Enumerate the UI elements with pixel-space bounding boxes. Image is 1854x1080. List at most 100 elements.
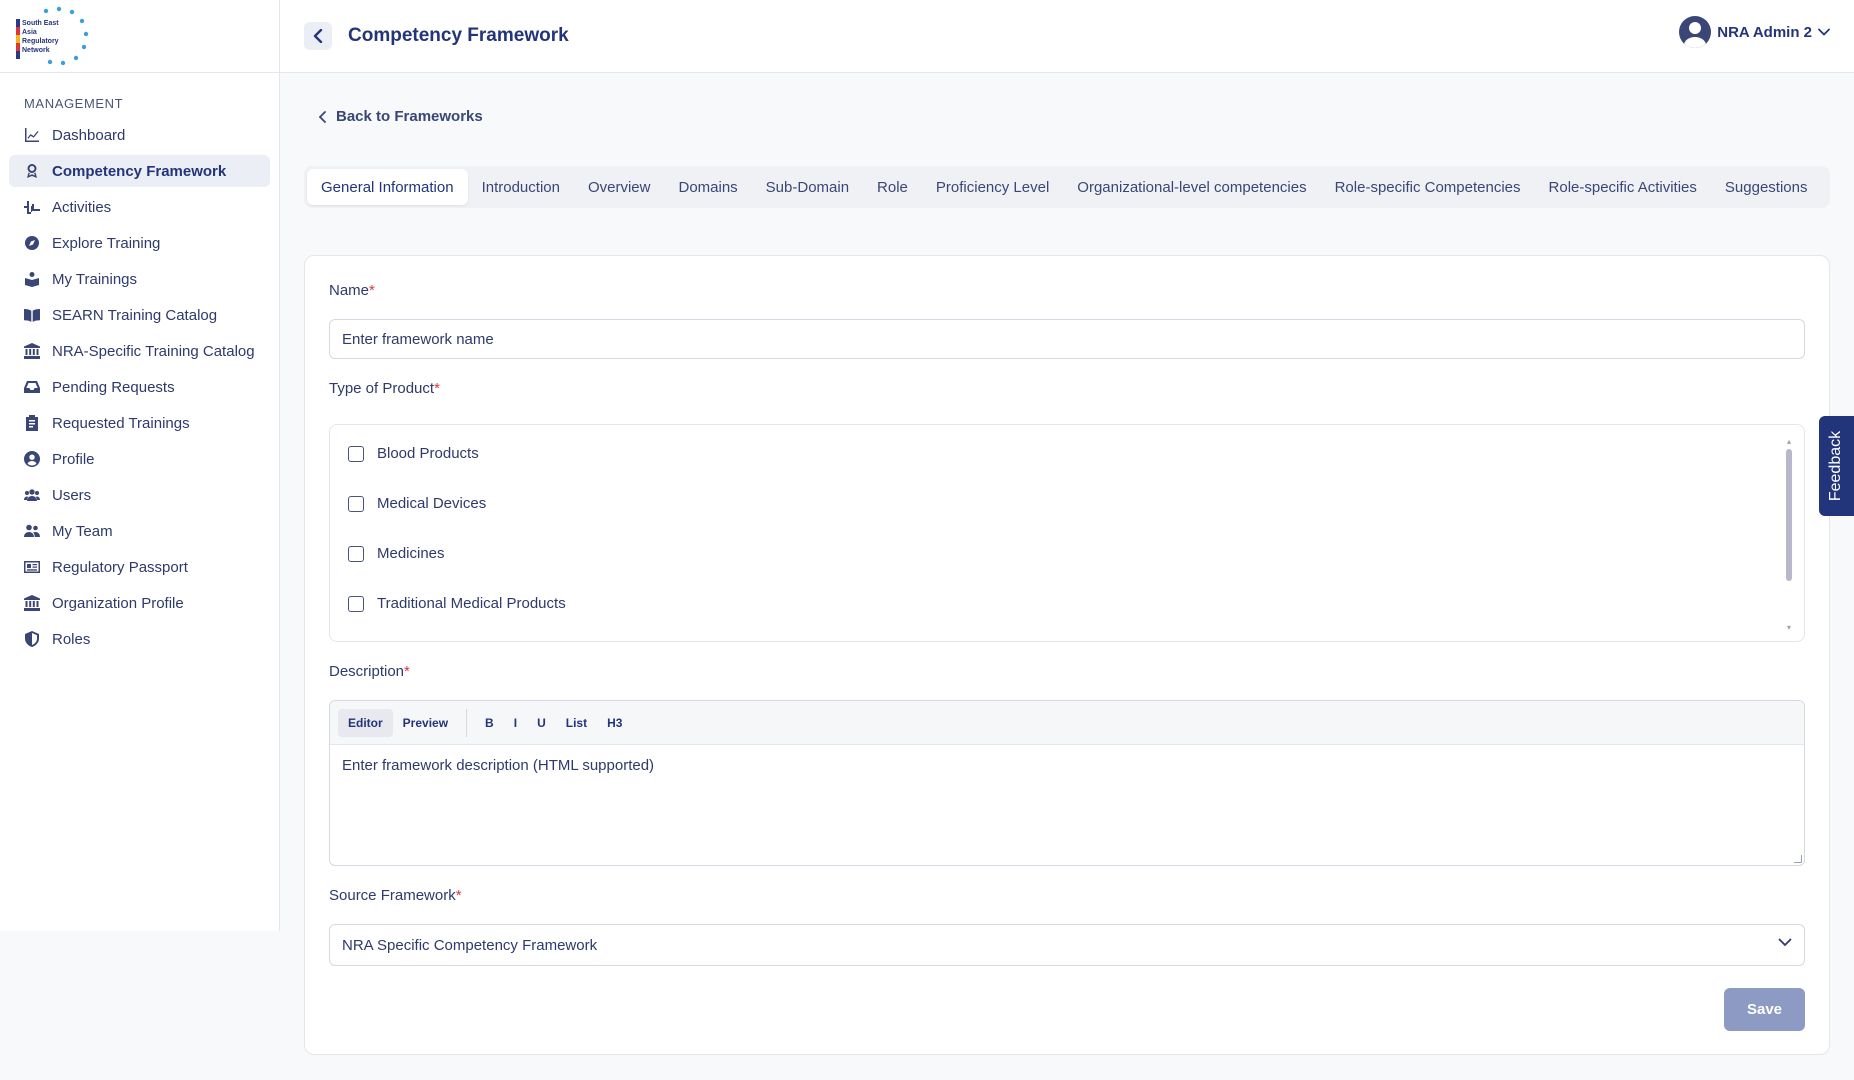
sidebar-item-activities[interactable]: Activities (9, 191, 270, 223)
sidebar-item-label: Competency Framework (52, 162, 227, 180)
editor-toolbar: Editor Preview B I U List H3 (330, 701, 1804, 745)
product-option-label: Medical Devices (377, 495, 487, 512)
source-framework-label: Source Framework* (329, 887, 462, 904)
checklist-scrollbar[interactable]: ▴ ▾ (1786, 438, 1792, 632)
sidebar-item-pending-requests[interactable]: Pending Requests (9, 371, 270, 403)
tab-role[interactable]: Role (863, 169, 922, 205)
logo-color-bars (16, 19, 20, 59)
id-card-icon (23, 558, 41, 576)
scroll-up-icon[interactable]: ▴ (1786, 438, 1792, 446)
avatar-icon (1679, 16, 1712, 48)
sidebar-item-label: SEARN Training Catalog (52, 306, 218, 324)
sidebar-item-label: Explore Training (52, 234, 161, 252)
required-mark: * (455, 887, 462, 904)
scrollbar-thumb[interactable] (1786, 449, 1792, 581)
sidebar-item-label: Roles (52, 630, 91, 648)
source-framework-value: NRA Specific Competency Framework (342, 936, 598, 954)
feedback-label: Feedback (1827, 430, 1845, 502)
bold-button[interactable]: B (475, 709, 504, 737)
sidebar-item-label: Pending Requests (52, 378, 175, 396)
sidebar-item-label: Requested Trainings (52, 414, 190, 432)
feedback-tab[interactable]: Feedback (1819, 416, 1854, 516)
sidebar-item-label: Organization Profile (52, 594, 184, 612)
list-button[interactable]: List (556, 709, 597, 737)
user-menu[interactable]: NRA Admin 2 (1679, 16, 1830, 48)
underline-button[interactable]: U (527, 709, 556, 737)
product-type-label-text: Type of Product (329, 380, 435, 397)
tab-role-specific-competencies[interactable]: Role-specific Competencies (1321, 169, 1535, 205)
product-option-traditional-medical-products[interactable]: Traditional Medical Products (348, 595, 566, 612)
checkbox[interactable] (348, 495, 364, 512)
required-mark: * (404, 663, 410, 680)
framework-tabs: General Information Introduction Overvie… (304, 166, 1830, 208)
framework-name-placeholder: Enter framework name (342, 330, 494, 348)
team-icon (23, 522, 41, 540)
preview-mode-button[interactable]: Preview (393, 709, 458, 737)
sidebar-item-users[interactable]: Users (9, 479, 270, 511)
product-option-label: Traditional Medical Products (377, 595, 566, 612)
product-type-checklist: Blood Products Medical Devices Medicines… (329, 424, 1805, 642)
product-option-medical-devices[interactable]: Medical Devices (348, 495, 486, 512)
header-back-button[interactable] (304, 22, 332, 50)
save-button[interactable]: Save (1724, 988, 1805, 1031)
tab-domains[interactable]: Domains (664, 169, 751, 205)
clipboard-icon (23, 414, 41, 432)
product-option-blood-products[interactable]: Blood Products (348, 445, 479, 462)
source-framework-select[interactable]: NRA Specific Competency Framework (329, 924, 1805, 966)
sidebar-item-roles[interactable]: Roles (9, 623, 270, 655)
user-name: NRA Admin 2 (1717, 23, 1812, 41)
chart-line-icon (23, 126, 41, 144)
inbox-icon (23, 378, 41, 396)
tab-overview[interactable]: Overview (574, 169, 665, 205)
scroll-down-icon[interactable]: ▾ (1786, 624, 1792, 632)
required-mark: * (369, 282, 375, 299)
sidebar-item-competency-framework[interactable]: Competency Framework (9, 155, 270, 187)
sidebar-item-requested-trainings[interactable]: Requested Trainings (9, 407, 270, 439)
chevron-left-icon (313, 29, 323, 43)
description-placeholder: Enter framework description (HTML suppor… (342, 757, 655, 774)
sidebar-item-nra-specific-training-catalog[interactable]: NRA-Specific Training Catalog (9, 335, 270, 367)
editor-mode-button[interactable]: Editor (338, 708, 393, 737)
sidebar-item-label: Regulatory Passport (52, 558, 188, 576)
description-textarea[interactable]: Enter framework description (HTML suppor… (330, 745, 1804, 786)
searn-logo[interactable]: South East Asia Regulatory Network (14, 3, 89, 69)
logo-line: Asia (22, 29, 37, 36)
sidebar-item-dashboard[interactable]: Dashboard (9, 119, 270, 151)
checkbox[interactable] (348, 445, 364, 462)
sidebar-item-profile[interactable]: Profile (9, 443, 270, 475)
chevron-left-icon (318, 110, 326, 123)
sidebar-item-regulatory-passport[interactable]: Regulatory Passport (9, 551, 270, 583)
checkbox[interactable] (348, 595, 364, 612)
tab-suggestions[interactable]: Suggestions (1711, 169, 1822, 205)
logo-line: Network (22, 47, 50, 54)
sidebar-item-label: Profile (52, 450, 95, 468)
book-open-icon (23, 306, 41, 324)
tab-organizational-level-competencies[interactable]: Organizational-level competencies (1063, 169, 1320, 205)
tab-proficiency-level[interactable]: Proficiency Level (922, 169, 1063, 205)
sidebar-item-organization-profile[interactable]: Organization Profile (9, 587, 270, 619)
sidebar-item-explore-training[interactable]: Explore Training (9, 227, 270, 259)
activity-icon (23, 198, 41, 216)
italic-button[interactable]: I (504, 709, 527, 737)
toolbar-divider (466, 708, 468, 737)
checkbox[interactable] (348, 545, 364, 562)
tab-general-information[interactable]: General Information (307, 169, 468, 205)
logo-text: South East Asia Regulatory Network (22, 19, 59, 55)
product-option-medicines[interactable]: Medicines (348, 545, 445, 562)
tab-role-specific-activities[interactable]: Role-specific Activities (1535, 169, 1711, 205)
compass-icon (23, 234, 41, 252)
shield-icon (23, 630, 41, 648)
sidebar-item-my-team[interactable]: My Team (9, 515, 270, 547)
framework-name-input[interactable]: Enter framework name (329, 319, 1805, 359)
required-mark: * (434, 380, 440, 397)
resize-handle[interactable] (1794, 855, 1802, 863)
back-to-frameworks-link[interactable]: Back to Frameworks (318, 108, 483, 125)
tab-sub-domain[interactable]: Sub-Domain (752, 169, 863, 205)
user-circle-icon (23, 450, 41, 468)
description-editor: Editor Preview B I U List H3 Enter frame… (329, 700, 1805, 866)
tab-introduction[interactable]: Introduction (468, 169, 574, 205)
users-icon (23, 486, 41, 504)
sidebar-item-searn-training-catalog[interactable]: SEARN Training Catalog (9, 299, 270, 331)
h3-button[interactable]: H3 (597, 709, 632, 737)
sidebar-item-my-trainings[interactable]: My Trainings (9, 263, 270, 295)
